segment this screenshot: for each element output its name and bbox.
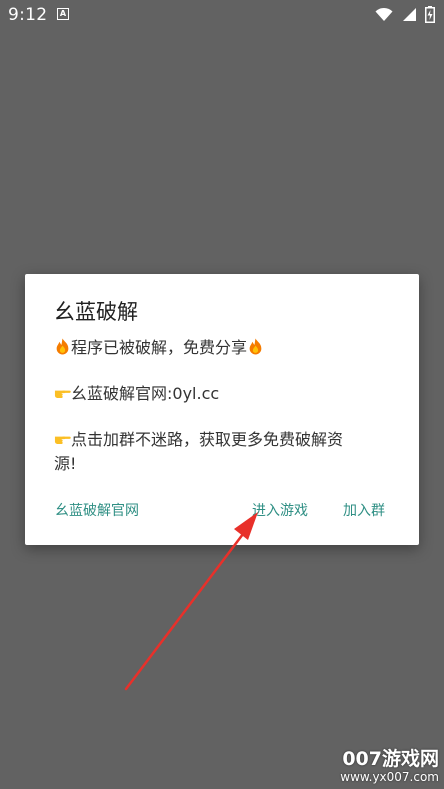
pointing-hand-icon [54,436,71,444]
dialog-message-website: 幺蓝破解官网:0yl.cc [54,382,388,406]
status-icons [375,6,435,23]
enter-game-button[interactable]: 进入游戏 [252,500,308,520]
dialog-message-text: 点击加群不迷路，获取更多免费破解资 [71,430,344,449]
dialog-title: 幺蓝破解 [54,300,138,324]
status-bar: 9:12 A [0,0,444,30]
dialog-message-text: 幺蓝破解官网:0yl.cc [71,384,220,403]
status-time: 9:12 [8,5,48,25]
dialog-message-join: 点击加群不迷路，获取更多免费破解资源! [54,428,388,476]
wifi-icon [375,7,393,21]
fire-icon [249,338,262,355]
fire-icon [56,338,69,355]
dialog-message-shared: 程序已被破解，免费分享 [54,336,388,360]
notification-a-icon: A [57,8,69,20]
pointing-hand-icon [54,390,71,398]
dialog-message-text-cont: 源! [54,454,77,473]
site-watermark: 007游戏网 www.yx007.com [319,748,439,784]
dialog-message-text: 程序已被破解，免费分享 [71,338,248,357]
crack-info-dialog: 幺蓝破解 程序已被破解，免费分享 幺蓝破解官网:0yl.cc 点击加群不迷路，获… [25,274,419,545]
watermark-title: 007游戏网 [342,748,439,770]
battery-charging-icon [425,6,435,23]
join-group-button[interactable]: 加入群 [343,500,385,520]
watermark-url: www.yx007.com [340,770,439,784]
signal-icon [403,8,416,21]
website-button[interactable]: 幺蓝破解官网 [55,500,139,520]
